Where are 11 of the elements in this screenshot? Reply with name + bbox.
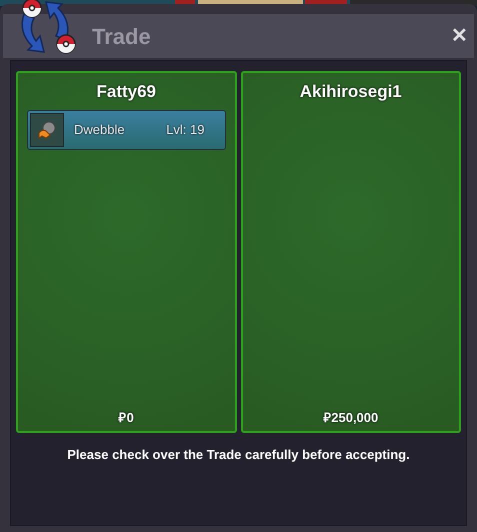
pokemon-level: Lvl: 19	[166, 120, 204, 139]
close-button[interactable]: ✕	[449, 21, 470, 51]
money-amount: ₽250,000	[323, 408, 378, 426]
pokemon-item[interactable]: Dwebble Lvl: 19	[27, 110, 226, 150]
money-amount: ₽0	[118, 408, 134, 426]
trader-name: Fatty69	[96, 81, 156, 103]
pokemon-name: Dwebble	[74, 120, 125, 139]
crab-icon	[36, 118, 58, 140]
window-title: Trade	[92, 22, 151, 50]
trader-name: Akihirosegi1	[300, 81, 402, 103]
warning-message: Please check over the Trade carefully before accepting.	[66, 446, 411, 464]
